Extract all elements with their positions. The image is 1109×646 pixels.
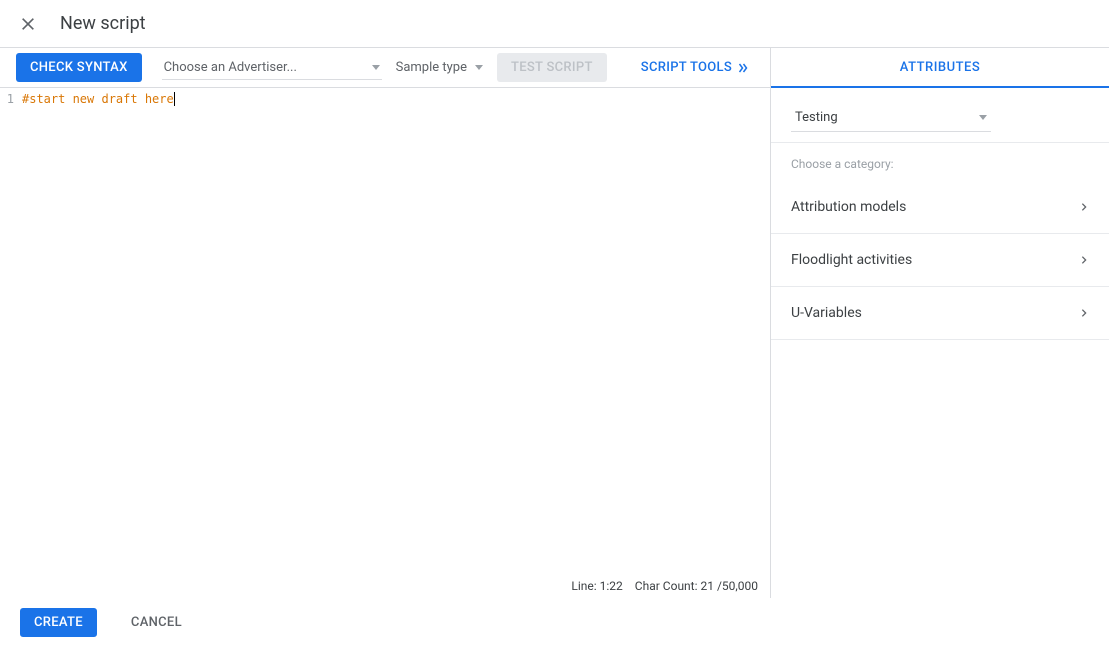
code-line: #start new draft here (22, 92, 174, 106)
chevron-down-icon (372, 65, 380, 70)
category-label-text: U-Variables (791, 305, 862, 321)
category-label-text: Attribution models (791, 199, 906, 215)
category-attribution-models[interactable]: Attribution models (771, 181, 1109, 234)
tab-attributes[interactable]: ATTRIBUTES (771, 48, 1109, 88)
footer-actions: CREATE CANCEL (0, 598, 1109, 646)
script-tools-label: SCRIPT TOOLS (641, 60, 732, 75)
check-syntax-button[interactable]: CHECK SYNTAX (16, 53, 142, 82)
editor-status-bar: Line: 1:22 Char Count: 21 /50,000 (0, 574, 770, 598)
attribute-select-wrap: Testing (771, 88, 1109, 143)
category-u-variables[interactable]: U-Variables (771, 287, 1109, 340)
top-bar: New script (0, 0, 1109, 48)
chevron-right-icon (1079, 200, 1089, 214)
close-button[interactable] (16, 12, 40, 36)
category-floodlight-activities[interactable]: Floodlight activities (771, 234, 1109, 287)
char-count: Char Count: 21 /50,000 (635, 579, 758, 593)
category-heading: Choose a category: (771, 143, 1109, 181)
main-content: CHECK SYNTAX Choose an Advertiser... Sam… (0, 48, 1109, 598)
text-cursor (174, 92, 175, 106)
chevron-down-icon (979, 115, 987, 120)
chevron-right-icon (1079, 306, 1089, 320)
line-gutter: 1 (0, 88, 18, 574)
editor-wrapper: 1 #start new draft here Line: 1:22 Char … (0, 88, 770, 598)
page-title: New script (60, 13, 146, 34)
cancel-button[interactable]: CANCEL (121, 608, 192, 637)
chevron-right-icon (1079, 253, 1089, 267)
test-script-button: TEST SCRIPT (497, 53, 607, 82)
editor-pane: CHECK SYNTAX Choose an Advertiser... Sam… (0, 48, 771, 598)
advertiser-select-label: Choose an Advertiser... (164, 60, 297, 75)
code-area[interactable]: #start new draft here (18, 88, 770, 574)
create-button[interactable]: CREATE (20, 608, 97, 637)
line-number: 1 (0, 92, 14, 106)
attributes-pane: ATTRIBUTES Testing Choose a category: At… (771, 48, 1109, 598)
chevron-down-icon (475, 65, 483, 70)
sample-type-select[interactable]: Sample type (394, 56, 485, 79)
line-position: Line: 1:22 (571, 579, 622, 593)
close-icon (20, 16, 36, 32)
sample-type-label: Sample type (396, 60, 467, 75)
chevron-double-right-icon (736, 62, 750, 74)
script-tools-button[interactable]: SCRIPT TOOLS (641, 60, 750, 75)
category-label-text: Floodlight activities (791, 252, 912, 268)
attribute-group-value: Testing (795, 110, 838, 125)
editor-toolbar: CHECK SYNTAX Choose an Advertiser... Sam… (0, 48, 770, 88)
advertiser-select[interactable]: Choose an Advertiser... (162, 56, 382, 80)
attribute-group-select[interactable]: Testing (791, 104, 991, 132)
code-editor[interactable]: 1 #start new draft here (0, 88, 770, 574)
